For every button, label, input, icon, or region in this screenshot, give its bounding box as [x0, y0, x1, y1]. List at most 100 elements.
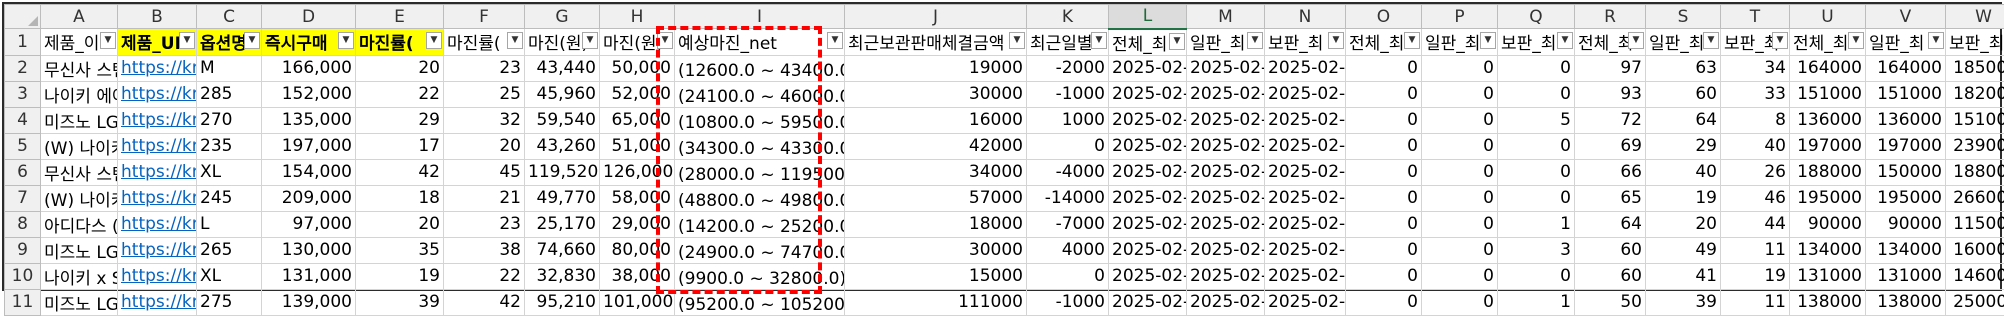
table-cell[interactable]: 45 [444, 159, 525, 185]
table-cell[interactable]: 0 [1346, 237, 1422, 263]
table-cell[interactable]: 2025-02-2 [1265, 159, 1346, 185]
filter-dropdown-icon[interactable]: ▼ [1169, 33, 1185, 50]
table-cell[interactable]: -1000 [1027, 81, 1109, 107]
table-cell[interactable]: 25,170 [525, 211, 600, 237]
table-cell[interactable]: 22 [444, 263, 525, 289]
field-header-cell[interactable]: 보판_최▼ [1946, 29, 2004, 56]
filter-dropdown-icon[interactable]: ▼ [426, 32, 442, 49]
field-header-cell[interactable]: 예상마진_net▼ [675, 29, 845, 56]
table-cell[interactable]: 1000 [1027, 107, 1109, 133]
table-cell[interactable]: 0 [1346, 81, 1422, 107]
table-cell[interactable]: 43,440 [525, 55, 600, 81]
table-cell[interactable]: 151000 [1866, 81, 1946, 107]
table-cell[interactable]: 20 [356, 211, 444, 237]
filter-dropdown-icon[interactable]: ▼ [1247, 32, 1263, 49]
table-cell[interactable]: 20 [1646, 211, 1721, 237]
table-cell[interactable]: (W) 나이키 [41, 133, 118, 159]
table-cell[interactable]: 2025-02-2 [1187, 185, 1265, 211]
table-cell[interactable]: 0 [1422, 263, 1498, 289]
table-cell[interactable]: 97 [1575, 55, 1646, 81]
table-cell[interactable]: 2025-02-2 [1109, 107, 1187, 133]
column-header-i[interactable]: I [675, 5, 845, 29]
table-cell[interactable]: 90000 [1866, 211, 1946, 237]
table-cell[interactable]: 40 [1646, 159, 1721, 185]
table-cell[interactable]: 131,000 [262, 263, 356, 289]
filter-dropdown-icon[interactable]: ▼ [657, 32, 673, 49]
table-cell[interactable]: 2025-02-2 [1187, 55, 1265, 81]
table-cell[interactable]: 19 [356, 263, 444, 289]
table-cell[interactable]: 59,540 [525, 107, 600, 133]
row-header[interactable]: 7 [5, 185, 41, 211]
filter-dropdown-icon[interactable]: ▼ [582, 32, 598, 49]
column-header-o[interactable]: O [1346, 5, 1422, 29]
table-cell[interactable]: 0 [1498, 81, 1575, 107]
product-url-link[interactable]: https://kre [118, 55, 197, 81]
field-header-cell[interactable]: 일판_최▼ [1422, 29, 1498, 56]
row-header[interactable]: 2 [5, 55, 41, 81]
field-header-cell[interactable]: 최근일별▼ [1027, 29, 1109, 56]
table-cell[interactable]: (10800.0 ~ 59500.0) 원 [675, 107, 845, 133]
filter-dropdown-icon[interactable]: ▼ [338, 32, 354, 49]
column-header-r[interactable]: R [1575, 5, 1646, 29]
table-cell[interactable]: 150000 [1866, 159, 1946, 185]
table-cell[interactable]: 25 [444, 81, 525, 107]
filter-dropdown-icon[interactable]: ▼ [1009, 32, 1025, 49]
filter-dropdown-icon[interactable]: ▼ [1928, 32, 1944, 49]
table-cell[interactable]: 60 [1646, 81, 1721, 107]
table-cell[interactable]: 197,000 [262, 133, 356, 159]
table-cell[interactable]: 0 [1422, 185, 1498, 211]
table-cell[interactable]: 285 [197, 81, 262, 107]
table-cell[interactable]: 0 [1498, 55, 1575, 81]
table-cell[interactable]: 164000 [1790, 55, 1866, 81]
table-cell[interactable]: 2025-02-2 [1109, 185, 1187, 211]
table-cell[interactable]: 19 [1721, 263, 1790, 289]
table-cell[interactable]: 38,000 [600, 263, 675, 289]
table-cell[interactable]: M [197, 55, 262, 81]
table-cell[interactable]: 64 [1646, 107, 1721, 133]
table-cell[interactable]: (24100.0 ~ 46000.0) 원 [675, 81, 845, 107]
table-cell[interactable]: 265 [197, 237, 262, 263]
table-cell[interactable]: 2025-02-1 [1265, 237, 1346, 263]
row-header[interactable]: 1 [5, 29, 41, 56]
field-header-cell[interactable]: 보판_최▼ [1265, 29, 1346, 56]
table-cell[interactable]: 115000 [1946, 211, 2004, 237]
field-header-cell[interactable]: 마진률(▼ [356, 29, 444, 56]
field-header-cell[interactable]: 전체_최▼ [1790, 29, 1866, 56]
table-cell[interactable]: 42 [356, 159, 444, 185]
table-cell[interactable]: 23 [444, 55, 525, 81]
product-url-link[interactable]: https://kre [118, 107, 197, 133]
table-cell[interactable]: 2025-02-2 [1187, 107, 1265, 133]
table-cell[interactable]: 19 [1646, 185, 1721, 211]
table-cell[interactable]: 30000 [845, 81, 1027, 107]
table-cell[interactable]: 90000 [1790, 211, 1866, 237]
table-cell[interactable]: (9900.0 ~ 32800.0) 원 [675, 263, 845, 289]
filter-dropdown-icon[interactable]: ▼ [1848, 32, 1864, 49]
product-url-link[interactable]: https://kre [118, 237, 197, 263]
table-cell[interactable]: 0 [1498, 159, 1575, 185]
table-cell[interactable]: 32 [444, 107, 525, 133]
table-cell[interactable]: 0 [1346, 263, 1422, 289]
table-cell[interactable]: 2025-02-2 [1187, 263, 1265, 289]
table-cell[interactable]: 1 [1498, 211, 1575, 237]
field-header-cell[interactable]: 일판_최▼ [1646, 29, 1721, 56]
table-cell[interactable]: 57000 [845, 185, 1027, 211]
table-cell[interactable]: 49 [1646, 237, 1721, 263]
table-cell[interactable]: 4000 [1027, 237, 1109, 263]
table-cell[interactable]: 무신사 스탠 [41, 159, 118, 185]
table-cell[interactable]: 270 [197, 107, 262, 133]
field-header-cell[interactable]: 제품_이▼ [41, 29, 118, 56]
table-cell[interactable]: 0 [1422, 211, 1498, 237]
filter-dropdown-icon[interactable]: ▼ [1703, 32, 1719, 49]
table-cell[interactable]: 34 [1721, 55, 1790, 81]
table-cell[interactable]: 2025-02-2 [1109, 211, 1187, 237]
field-header-cell[interactable]: 마진(원)▼ [600, 29, 675, 56]
table-cell[interactable]: 195000 [1866, 185, 1946, 211]
table-cell[interactable]: 2025-02-2 [1265, 211, 1346, 237]
table-cell[interactable]: 나이키 x S [41, 263, 118, 289]
table-cell[interactable]: -2000 [1027, 55, 1109, 81]
field-header-cell[interactable]: 옵션명▼ [197, 29, 262, 56]
table-cell[interactable]: 5 [1498, 107, 1575, 133]
field-header-cell[interactable]: 전체_최▼ [1575, 29, 1646, 56]
filter-dropdown-icon[interactable]: ▼ [827, 32, 843, 49]
table-cell[interactable]: 209,000 [262, 185, 356, 211]
